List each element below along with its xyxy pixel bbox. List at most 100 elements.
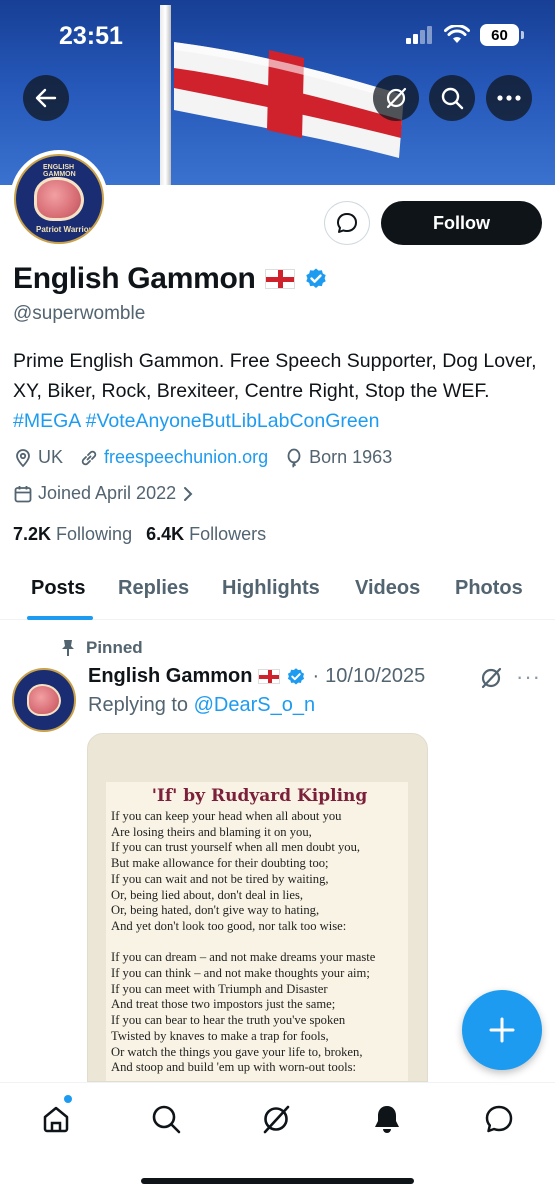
avatar-gammon-image xyxy=(26,684,62,716)
poem-line: Are losing theirs and blaming it on you, xyxy=(111,824,312,839)
grok-button[interactable] xyxy=(373,75,419,121)
tab-posts[interactable]: Posts xyxy=(31,577,85,600)
follow-stats: 7.2K Following 6.4K Followers xyxy=(13,524,266,545)
profile-bio: Prime English Gammon. Free Speech Suppor… xyxy=(13,346,543,436)
tweet-author-name[interactable]: English Gammon xyxy=(88,665,252,688)
profile-joined: Joined April 2022 xyxy=(38,483,177,503)
poem-line: If you can meet with Triumph and Disaste… xyxy=(111,981,328,996)
poem-line: If you can wait and not be tired by wait… xyxy=(111,871,329,886)
replying-to-handle[interactable]: @DearS_o_n xyxy=(194,694,315,716)
tweet-grok-button[interactable] xyxy=(479,666,503,695)
search-icon xyxy=(152,1105,181,1134)
grok-icon xyxy=(263,1105,290,1134)
follow-button[interactable]: Follow xyxy=(381,201,542,245)
poem-line: And treat those two impostors just the s… xyxy=(111,997,336,1012)
following-link[interactable]: 7.2K Following xyxy=(13,524,132,545)
profile-location: UK xyxy=(38,447,64,467)
poem-line: But make allowance for their doubting to… xyxy=(111,856,329,871)
bell-icon xyxy=(375,1106,399,1133)
followers-link[interactable]: 6.4K Followers xyxy=(146,524,266,545)
search-icon xyxy=(441,87,464,110)
avatar-gammon-image xyxy=(34,176,84,222)
followers-count: 6.4K xyxy=(146,524,185,544)
signal-icon xyxy=(406,26,432,44)
tweet-header: English Gammon · 10/10/2025 xyxy=(88,665,425,688)
tweet-author-avatar[interactable] xyxy=(12,668,76,732)
grok-icon xyxy=(386,87,407,109)
nav-grok[interactable] xyxy=(258,1101,294,1137)
wifi-icon xyxy=(444,25,470,43)
following-count: 7.2K xyxy=(13,524,52,544)
profile-birth: Born 1963 xyxy=(309,447,393,467)
tab-photos[interactable]: Photos xyxy=(455,577,523,600)
chevron-right-icon xyxy=(184,486,193,501)
following-label: Following xyxy=(56,524,133,544)
back-arrow-icon xyxy=(35,88,57,108)
poem-line: If you can keep your head when all about… xyxy=(111,809,342,823)
profile-joined-row[interactable]: Joined April 2022 xyxy=(13,483,195,504)
poem-title: 'If' by Rudyard Kipling xyxy=(151,786,368,806)
poem-image: 'If' by Rudyard Kipling If you can keep … xyxy=(106,782,408,1081)
poem-line: Or, being hated, don't give way to hatin… xyxy=(111,903,320,918)
avatar-ring-text: Patriot Warriors xyxy=(36,225,97,234)
verified-badge-icon xyxy=(288,667,305,684)
home-indicator xyxy=(141,1178,414,1184)
hashtag-link[interactable]: #VoteAnyoneButLibLabConGreen xyxy=(86,410,380,432)
poem-line: If you can think – and not make thoughts… xyxy=(111,966,370,981)
profile-name: English Gammon xyxy=(13,262,256,295)
notification-dot xyxy=(64,1095,72,1103)
active-tab-indicator xyxy=(27,616,93,620)
nav-home[interactable] xyxy=(38,1101,74,1137)
bio-text: Prime English Gammon. Free Speech Suppor… xyxy=(13,350,537,402)
plus-icon xyxy=(489,1017,515,1043)
poem-line: If you can bear to hear the truth you've… xyxy=(111,1013,346,1028)
battery-indicator: 60 xyxy=(480,24,524,46)
pin-icon xyxy=(62,640,74,656)
more-icon xyxy=(497,95,521,101)
compose-button[interactable] xyxy=(462,990,542,1070)
search-button[interactable] xyxy=(429,75,475,121)
poem-line: Twisted by knaves to make a trap for foo… xyxy=(111,1028,329,1043)
profile-avatar[interactable]: ENGLISH GAMMON Patriot Warriors xyxy=(10,150,108,248)
tab-replies[interactable]: Replies xyxy=(118,577,189,600)
grok-icon xyxy=(481,667,502,689)
location-icon xyxy=(16,448,30,467)
back-button[interactable] xyxy=(23,75,69,121)
replying-to: Replying to @DearS_o_n xyxy=(88,694,315,717)
chat-icon xyxy=(485,1105,513,1133)
tab-highlights[interactable]: Highlights xyxy=(222,577,320,600)
link-icon xyxy=(81,450,97,465)
replying-prefix: Replying to xyxy=(88,694,194,716)
pinned-text: Pinned xyxy=(86,638,143,657)
message-button[interactable] xyxy=(324,201,370,245)
tweet-more-button[interactable]: ··· xyxy=(516,664,541,690)
verified-badge-icon[interactable] xyxy=(304,267,328,291)
clock: 23:51 xyxy=(59,22,123,50)
poem-line: Or, being lied about, don't deal in lies… xyxy=(111,887,304,902)
tab-videos[interactable]: Videos xyxy=(355,577,420,600)
nav-messages[interactable] xyxy=(481,1101,517,1137)
tweet-date[interactable]: 10/10/2025 xyxy=(325,665,425,688)
england-flag-emoji xyxy=(264,269,295,289)
poem-line: If you can trust yourself when all men d… xyxy=(111,840,361,855)
avatar-title: ENGLISH GAMMON xyxy=(43,164,76,178)
tweet-image[interactable]: 'If' by Rudyard Kipling If you can keep … xyxy=(87,733,428,1082)
profile-meta: UK freespeechunion.org Born 1963 xyxy=(13,447,408,468)
poem-stanza-gap xyxy=(111,935,408,951)
poem-line: And stoop and build 'em up with worn-out… xyxy=(111,1060,357,1075)
balloon-icon xyxy=(287,448,301,468)
profile-tabs: Posts Replies Highlights Videos Photos xyxy=(0,565,555,620)
profile-name-row: English Gammon xyxy=(13,262,328,296)
calendar-icon xyxy=(14,485,32,502)
followers-label: Followers xyxy=(189,524,267,544)
more-button[interactable] xyxy=(486,75,532,121)
status-bar: 23:51 60 xyxy=(0,0,555,70)
pinned-label: Pinned xyxy=(60,638,143,658)
hashtag-link[interactable]: #MEGA xyxy=(13,410,80,432)
profile-handle: @superwomble xyxy=(13,303,146,324)
profile-website-link[interactable]: freespeechunion.org xyxy=(104,447,268,468)
nav-notifications[interactable] xyxy=(369,1101,405,1137)
nav-search[interactable] xyxy=(148,1101,184,1137)
poem-line: If you can dream – and not make dreams y… xyxy=(111,950,376,965)
home-icon xyxy=(43,1106,69,1133)
